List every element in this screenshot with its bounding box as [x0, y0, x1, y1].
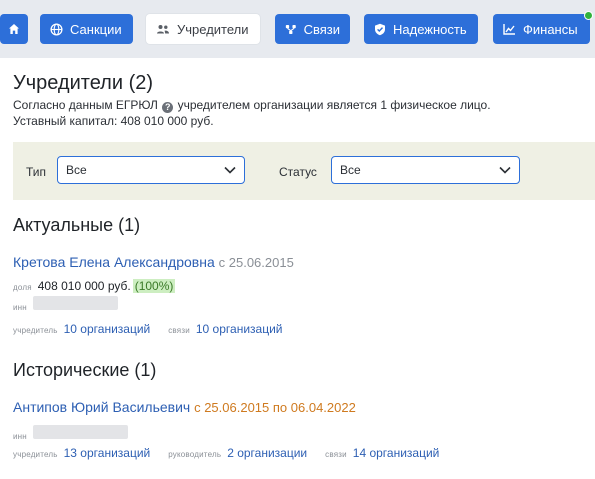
type-select-value: Все	[66, 163, 87, 177]
chevron-down-icon	[499, 166, 511, 174]
founder-orgs-link[interactable]: 10 организаций	[64, 322, 151, 336]
filter-panel: Тип Все Статус Все	[13, 142, 595, 200]
info-icon[interactable]: ?	[162, 102, 174, 113]
links-orgs-link[interactable]: 10 организаций	[196, 322, 283, 336]
current-section-title: Актуальные (1)	[13, 215, 141, 235]
tab-finance[interactable]: Финансы	[493, 14, 590, 44]
founder-since: с 25.06.2015	[218, 255, 294, 270]
page-description: Согласно данным ЕГРЮЛ ? учредителем орга…	[13, 97, 491, 129]
tab-reliability[interactable]: Надежность	[364, 14, 478, 44]
tab-sanctions-label: Санкции	[70, 21, 122, 37]
tab-sanctions[interactable]: Санкции	[40, 14, 133, 44]
page-title: Учредители (2)	[13, 72, 154, 94]
capital-text: Уставный капитал: 408 010 000 руб.	[13, 114, 214, 128]
shield-check-icon	[375, 23, 385, 35]
tab-founders-label: Учредители	[177, 21, 249, 37]
share-row: доля 408 010 000 руб. (100%)	[13, 279, 176, 293]
founder-label: учредитель	[13, 450, 58, 459]
links-label: связи	[325, 450, 347, 459]
historical-section-title: Исторические (1)	[13, 360, 157, 380]
desc-prefix: Согласно данным ЕГРЮЛ	[13, 98, 158, 112]
inn-row: инн	[13, 296, 118, 312]
tab-founders[interactable]: Учредители	[146, 14, 260, 44]
top-nav-bar: Санкции Учредители Связи Надежность Фина…	[0, 0, 595, 58]
historical-founder-row: Антипов Юрий Васильевич с 25.06.2015 по …	[13, 399, 356, 415]
founder-orgs-link[interactable]: 13 организаций	[64, 446, 151, 460]
chevron-down-icon	[224, 166, 236, 174]
current-founder-links: учредитель 10 организаций связи 10 орган…	[13, 322, 294, 336]
home-button[interactable]	[0, 14, 28, 44]
tab-links-label: Связи	[303, 21, 340, 37]
desc-suffix: учредителем организации является 1 физич…	[177, 98, 491, 112]
head-orgs-link[interactable]: 2 организации	[227, 446, 307, 460]
links-orgs-link[interactable]: 14 организаций	[353, 446, 440, 460]
links-label: связи	[168, 326, 190, 335]
tab-reliability-label: Надежность	[393, 21, 467, 37]
historical-inn-row: инн	[13, 425, 128, 441]
historical-founder-links: учредитель 13 организаций руководитель 2…	[13, 446, 451, 460]
chart-icon	[503, 24, 515, 35]
network-icon	[285, 24, 296, 34]
status-filter-label: Статус	[279, 165, 317, 179]
head-label: руководитель	[168, 450, 222, 459]
status-select-value: Все	[340, 163, 361, 177]
tab-finance-label: Финансы	[523, 21, 578, 37]
founder-name-link[interactable]: Кретова Елена Александровна	[13, 254, 215, 270]
home-icon	[9, 24, 19, 34]
inn-redacted	[32, 296, 118, 310]
current-founder-row: Кретова Елена Александровна с 25.06.2015	[13, 254, 294, 270]
type-select[interactable]: Все	[57, 156, 245, 184]
inn-redacted	[32, 425, 128, 439]
share-percent-badge: (100%)	[132, 279, 176, 293]
share-value: 408 010 000 руб.	[37, 279, 131, 293]
historical-founder-period: с 25.06.2015 по 06.04.2022	[194, 400, 356, 415]
tab-links[interactable]: Связи	[275, 14, 350, 44]
share-label: доля	[13, 283, 32, 292]
globe-icon	[50, 22, 63, 36]
status-select[interactable]: Все	[331, 156, 520, 184]
status-indicator-dot	[584, 11, 593, 20]
type-filter-label: Тип	[26, 165, 47, 179]
inn-label: инн	[13, 432, 27, 441]
historical-founder-name-link[interactable]: Антипов Юрий Васильевич	[13, 399, 190, 415]
inn-label: инн	[13, 303, 27, 312]
founder-label: учредитель	[13, 326, 58, 335]
users-icon	[157, 25, 169, 34]
